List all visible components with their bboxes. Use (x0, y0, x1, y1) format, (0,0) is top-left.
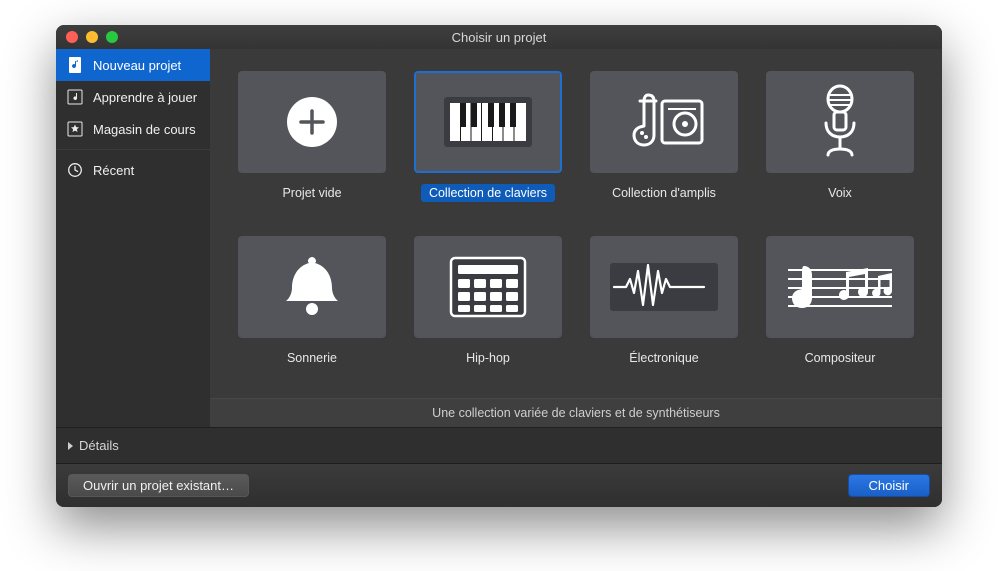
template-grid: Projet vide Collection de claviers Colle… (210, 49, 942, 398)
drum-machine-icon (414, 236, 562, 338)
template-keyboard-collection[interactable]: Collection de claviers (414, 71, 562, 202)
template-label: Sonnerie (279, 349, 345, 367)
template-electronic[interactable]: Électronique (590, 236, 738, 367)
template-songwriter[interactable]: Compositeur (766, 236, 914, 367)
window-controls (56, 31, 118, 43)
choose-button[interactable]: Choisir (848, 474, 930, 497)
sidebar-item-label: Magasin de cours (93, 122, 196, 137)
sidebar-item-new-project[interactable]: Nouveau projet (56, 49, 210, 81)
keyboard-icon (414, 71, 562, 173)
minimize-window-button[interactable] (86, 31, 98, 43)
sidebar-item-label: Récent (93, 163, 134, 178)
template-ringtone[interactable]: Sonnerie (238, 236, 386, 367)
window-title: Choisir un projet (56, 30, 942, 45)
window-body: Nouveau projet Apprendre à jouer Magasin… (56, 49, 942, 427)
template-amp-collection[interactable]: Collection d'amplis (590, 71, 738, 202)
titlebar: Choisir un projet (56, 25, 942, 49)
sheet-music-icon (766, 236, 914, 338)
sidebar-item-label: Nouveau projet (93, 58, 181, 73)
template-empty-project[interactable]: Projet vide (238, 71, 386, 202)
template-hiphop[interactable]: Hip-hop (414, 236, 562, 367)
close-window-button[interactable] (66, 31, 78, 43)
template-label: Collection de claviers (421, 184, 555, 202)
plus-circle-icon (238, 71, 386, 173)
template-label: Voix (820, 184, 860, 202)
template-voice[interactable]: Voix (766, 71, 914, 202)
bell-icon (238, 236, 386, 338)
star-box-icon (66, 120, 84, 138)
footer: Ouvrir un projet existant… Choisir (56, 463, 942, 507)
microphone-icon (766, 71, 914, 173)
content-area: Projet vide Collection de claviers Colle… (210, 49, 942, 427)
sidebar-item-label: Apprendre à jouer (93, 90, 197, 105)
template-label: Projet vide (274, 184, 349, 202)
sidebar: Nouveau projet Apprendre à jouer Magasin… (56, 49, 210, 427)
template-label: Hip-hop (458, 349, 518, 367)
details-label: Détails (79, 438, 119, 453)
guitar-amp-icon (590, 71, 738, 173)
music-doc-icon (66, 56, 84, 74)
details-disclosure[interactable]: Détails (56, 427, 942, 463)
template-label: Électronique (621, 349, 707, 367)
template-label: Collection d'amplis (604, 184, 724, 202)
template-description: Une collection variée de claviers et de … (210, 398, 942, 427)
waveform-icon (590, 236, 738, 338)
zoom-window-button[interactable] (106, 31, 118, 43)
sidebar-item-lesson-store[interactable]: Magasin de cours (56, 113, 210, 145)
template-label: Compositeur (797, 349, 884, 367)
sidebar-item-learn[interactable]: Apprendre à jouer (56, 81, 210, 113)
sidebar-divider (56, 149, 210, 150)
open-existing-button[interactable]: Ouvrir un projet existant… (68, 474, 249, 497)
chevron-right-icon (66, 441, 75, 451)
note-box-icon (66, 88, 84, 106)
clock-icon (66, 161, 84, 179)
sidebar-item-recent[interactable]: Récent (56, 154, 210, 186)
project-chooser-window: Choisir un projet Nouveau projet Apprend… (56, 25, 942, 507)
